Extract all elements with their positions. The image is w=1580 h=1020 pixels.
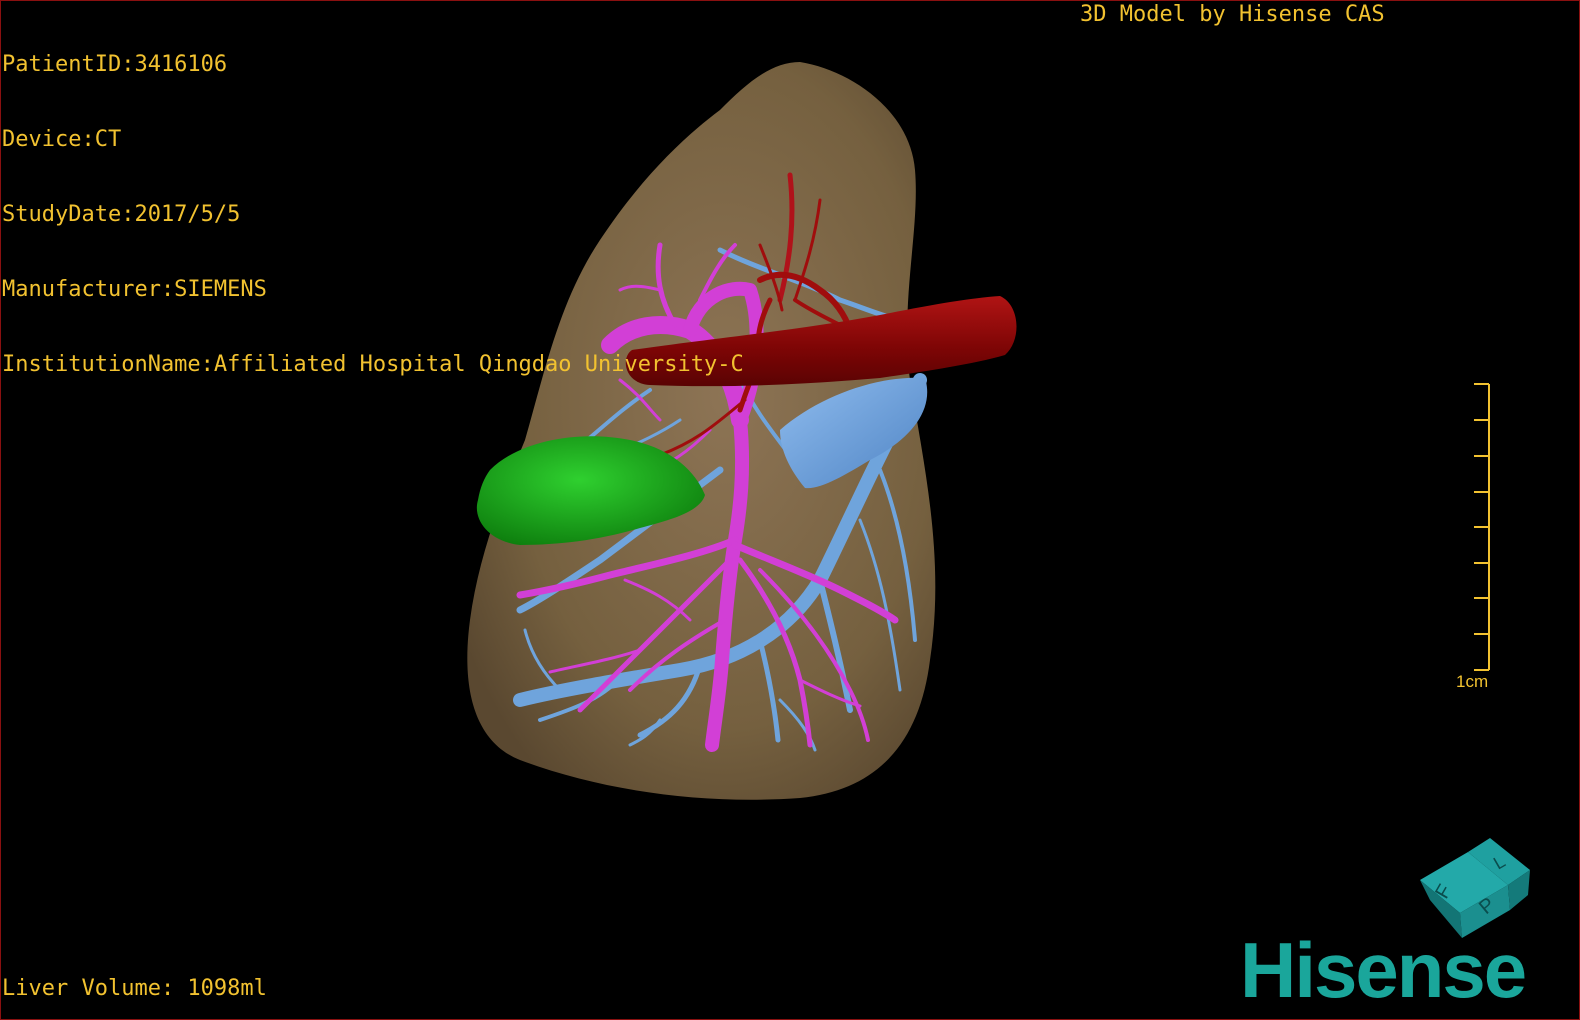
hisense-logo: Hisense (1240, 926, 1527, 1014)
device: Device:CT (2, 127, 122, 152)
dicom-info-overlay: PatientID:3416106 Device:CT StudyDate:20… (2, 2, 744, 402)
manufacturer: Manufacturer:SIEMENS (2, 277, 267, 302)
orientation-cube[interactable]: F P L (1420, 838, 1530, 938)
liver-volume-readout: Liver Volume: 1098ml (2, 976, 267, 1001)
patient-id: PatientID:3416106 (2, 52, 228, 77)
scale-bar (1474, 383, 1490, 671)
institution-name: InstitutionName:Affiliated Hospital Qing… (2, 352, 744, 377)
study-date: StudyDate:2017/5/5 (2, 202, 241, 227)
scale-bar-label: 1cm (1456, 672, 1489, 691)
model-credit: 3D Model by Hisense CAS (1080, 2, 1385, 27)
